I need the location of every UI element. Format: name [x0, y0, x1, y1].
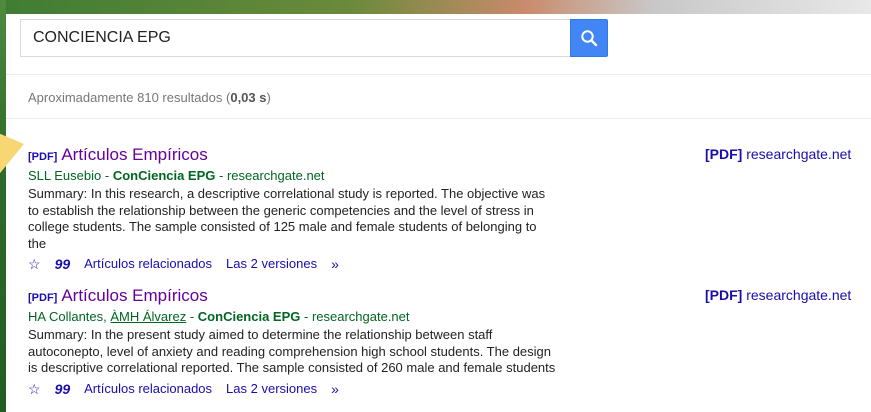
result-authors: SLL Eusebio [28, 168, 102, 183]
callout-arrow [0, 132, 24, 178]
side-pdf-link[interactable]: [PDF] researchgate.net [705, 287, 851, 303]
search-result: [PDF] Artículos Empíricos SLL Eusebio - C… [28, 145, 558, 273]
result-meta: HA Collantes, ÀMH Álvarez - ConCiencia E… [28, 309, 410, 324]
related-articles-link[interactable]: Artículos relacionados [84, 255, 212, 273]
author-profile-link[interactable]: ÀMH Álvarez [110, 309, 186, 324]
result-actions: ☆ 99 Artículos relacionados Las 2 versio… [28, 380, 558, 398]
search-button[interactable] [570, 19, 608, 57]
double-chevron-icon[interactable]: » [331, 255, 339, 273]
results-stats: Aproximadamente 810 resultados (0,03 s) [28, 90, 271, 105]
result-source: researchgate.net [226, 168, 325, 183]
background-top [0, 0, 871, 14]
double-chevron-icon[interactable]: » [331, 380, 339, 398]
result-title-row: [PDF] Artículos Empíricos [28, 286, 558, 308]
side-pdf-link[interactable]: [PDF] researchgate.net [705, 146, 851, 162]
result-authors: HA Collantes, [28, 309, 111, 324]
result-actions: ☆ 99 Artículos relacionados Las 2 versio… [28, 255, 558, 273]
result-journal: ConCiencia EPG [197, 309, 301, 324]
result-journal: ConCiencia EPG [112, 168, 216, 183]
search-result: [PDF] Artículos Empíricos HA Collantes, À… [28, 286, 558, 398]
quote-icon[interactable]: 99 [55, 380, 71, 398]
result-title-row: [PDF] Artículos Empíricos [28, 145, 558, 167]
search-time: 0,03 s [230, 90, 267, 105]
result-source: researchgate.net [311, 309, 410, 324]
search-icon [581, 30, 598, 47]
result-meta: SLL Eusebio - ConCiencia EPG - researchg… [28, 168, 325, 183]
versions-link[interactable]: Las 2 versiones [226, 380, 317, 398]
search-input[interactable] [20, 19, 576, 57]
star-icon[interactable]: ☆ [28, 255, 41, 273]
versions-link[interactable]: Las 2 versiones [226, 255, 317, 273]
quote-icon[interactable]: 99 [55, 255, 71, 273]
result-title-link[interactable]: Artículos Empíricos [61, 286, 207, 305]
header-divider [6, 74, 871, 75]
pdf-tag: [PDF] [28, 292, 58, 304]
results-page: Aproximadamente 810 resultados (0,03 s) … [6, 14, 871, 412]
result-snippet: Summary: In this research, a descriptive… [28, 186, 546, 251]
result-title-link[interactable]: Artículos Empíricos [61, 145, 207, 164]
related-articles-link[interactable]: Artículos relacionados [84, 380, 212, 398]
star-icon[interactable]: ☆ [28, 380, 41, 398]
result-snippet: Summary: In the present study aimed to d… [28, 327, 556, 375]
stats-divider [6, 118, 871, 119]
pdf-tag: [PDF] [28, 151, 58, 163]
